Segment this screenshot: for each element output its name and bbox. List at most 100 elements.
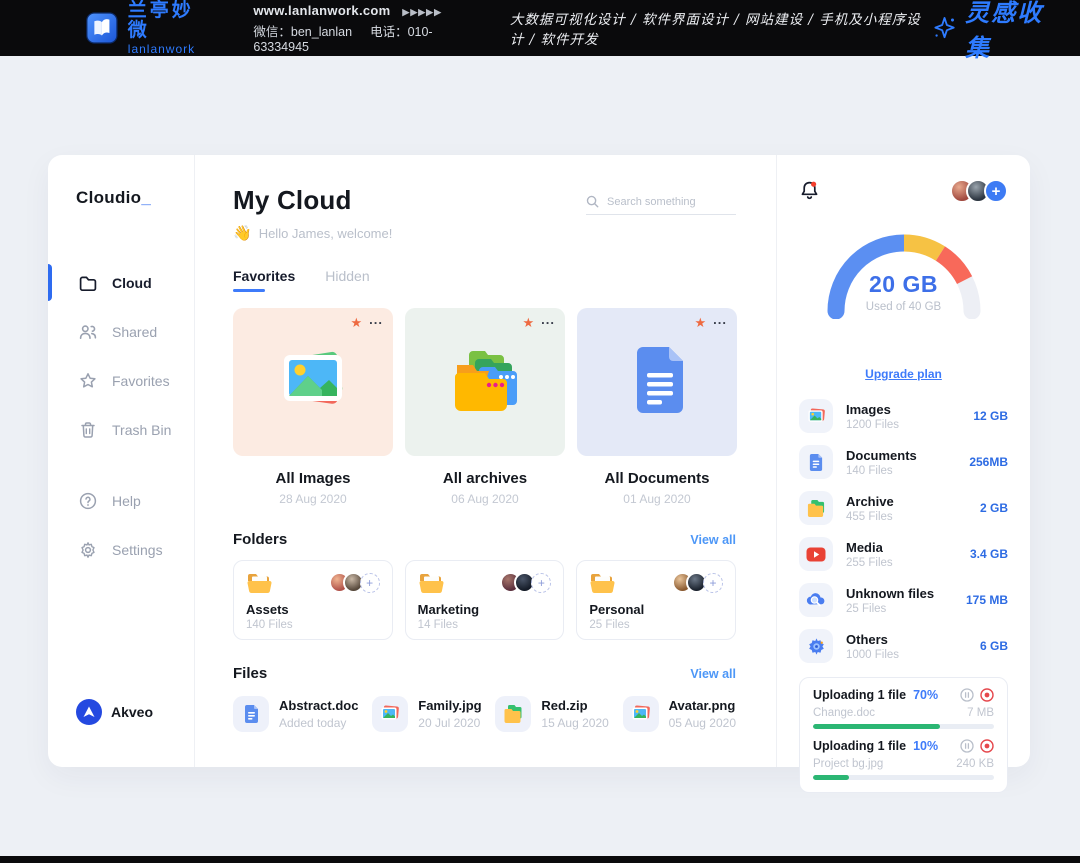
folder-card-personal[interactable]: + Personal 25 Files bbox=[576, 560, 736, 640]
sidebar-item-cloud[interactable]: Cloud bbox=[48, 258, 194, 307]
favorite-star-icon[interactable]: ★ bbox=[351, 316, 363, 329]
more-options-icon[interactable]: ... bbox=[369, 320, 383, 326]
search-box[interactable] bbox=[586, 195, 736, 215]
star-icon bbox=[78, 371, 98, 391]
open-folder-icon bbox=[589, 572, 616, 595]
files-row: Abstract.doc Added today Family.jpg 20 J… bbox=[233, 696, 736, 732]
cancel-upload-icon[interactable] bbox=[980, 688, 994, 702]
media-category-icon bbox=[799, 537, 833, 571]
others-category-icon bbox=[799, 629, 833, 663]
book-logo-icon bbox=[86, 9, 118, 47]
main-content: My Cloud 👋 Hello James, welcome! Favorit… bbox=[195, 155, 777, 767]
add-member-button[interactable]: + bbox=[531, 573, 551, 593]
folders-view-all-link[interactable]: View all bbox=[690, 533, 736, 547]
more-options-icon[interactable]: ... bbox=[541, 320, 555, 326]
add-user-button[interactable]: + bbox=[984, 179, 1008, 203]
app-logo-text: Cloudio bbox=[76, 188, 141, 207]
category-files: 255 Files bbox=[846, 557, 893, 569]
akveo-brand[interactable]: Akveo bbox=[76, 699, 153, 725]
collection-tiles: ★ ... All Images 28 Aug 2020 bbox=[233, 308, 736, 506]
right-panel: + 20 GB Used of 40 GB Upgrade plan Image… bbox=[777, 155, 1030, 767]
storage-row-unknown[interactable]: Unknown files 25 Files 175 MB bbox=[799, 577, 1008, 623]
storage-row-images[interactable]: Images 1200 Files 12 GB bbox=[799, 393, 1008, 439]
arrows-decoration: ▶▶▶▶▶ bbox=[402, 7, 442, 17]
storage-row-others[interactable]: Others 1000 Files 6 GB bbox=[799, 623, 1008, 669]
open-folder-icon bbox=[246, 572, 273, 595]
archives-stack-icon bbox=[443, 343, 527, 421]
category-name: Archive bbox=[846, 494, 894, 509]
add-member-button[interactable]: + bbox=[703, 573, 723, 593]
sidebar-item-help[interactable]: Help bbox=[48, 476, 194, 525]
file-item-avatar-png[interactable]: Avatar.png 05 Aug 2020 bbox=[623, 696, 736, 732]
collection-date: 06 Aug 2020 bbox=[405, 492, 565, 506]
upload-progress-fill bbox=[813, 724, 940, 729]
upload-percent: 10% bbox=[913, 739, 938, 753]
tab-favorites[interactable]: Favorites bbox=[233, 268, 295, 292]
sidebar-item-shared[interactable]: Shared bbox=[48, 307, 194, 356]
folder-cards: + Assets 140 Files + bbox=[233, 560, 736, 640]
category-size: 6 GB bbox=[980, 639, 1008, 653]
search-input[interactable] bbox=[607, 196, 727, 208]
tab-hidden[interactable]: Hidden bbox=[325, 268, 369, 292]
cancel-upload-icon[interactable] bbox=[980, 739, 994, 753]
file-date: 20 Jul 2020 bbox=[418, 716, 481, 730]
category-size: 256MB bbox=[969, 455, 1008, 469]
add-member-button[interactable]: + bbox=[360, 573, 380, 593]
sidebar-item-favorites[interactable]: Favorites bbox=[48, 356, 194, 405]
upload-title: Uploading 1 file bbox=[813, 688, 906, 702]
open-folder-icon bbox=[418, 572, 445, 595]
collection-all-archives[interactable]: ★ ... All archives 06 Aug 2020 bbox=[405, 308, 565, 506]
category-files: 455 Files bbox=[846, 511, 894, 523]
active-indicator bbox=[48, 264, 52, 301]
banner-website: www.lanlanwork.com bbox=[253, 3, 390, 18]
wechat-label: 微信： bbox=[253, 25, 291, 39]
file-name: Red.zip bbox=[541, 698, 608, 713]
collection-all-documents[interactable]: ★ ... All Documents 01 Aug 2020 bbox=[577, 308, 737, 506]
sidebar-item-label: Favorites bbox=[112, 373, 170, 389]
upgrade-plan-link[interactable]: Upgrade plan bbox=[865, 367, 942, 381]
sidebar-item-trash[interactable]: Trash Bin bbox=[48, 405, 194, 454]
collection-all-images[interactable]: ★ ... All Images 28 Aug 2020 bbox=[233, 308, 393, 506]
tab-bar: Favorites Hidden bbox=[233, 268, 736, 292]
folder-file-count: 25 Files bbox=[589, 619, 723, 631]
sidebar-nav-secondary: Help Settings bbox=[48, 476, 194, 574]
gear-icon bbox=[78, 540, 98, 560]
pause-upload-icon[interactable] bbox=[960, 739, 974, 753]
collection-name: All archives bbox=[405, 470, 565, 487]
sidebar-item-settings[interactable]: Settings bbox=[48, 525, 194, 574]
storage-row-media[interactable]: Media 255 Files 3.4 GB bbox=[799, 531, 1008, 577]
file-date: Added today bbox=[279, 716, 358, 730]
notification-bell-icon[interactable] bbox=[799, 180, 820, 202]
folder-card-marketing[interactable]: + Marketing 14 Files bbox=[405, 560, 565, 640]
brand-name-cn: 兰亭妙微 bbox=[128, 1, 202, 41]
wave-emoji: 👋 bbox=[233, 224, 252, 242]
storage-row-documents[interactable]: Documents 140 Files 256MB bbox=[799, 439, 1008, 485]
file-name: Avatar.png bbox=[669, 698, 736, 713]
documents-category-icon bbox=[799, 445, 833, 479]
favorite-star-icon[interactable]: ★ bbox=[523, 316, 535, 329]
akveo-label: Akveo bbox=[111, 704, 153, 720]
sidebar-item-label: Help bbox=[112, 493, 141, 509]
file-item-red-zip[interactable]: Red.zip 15 Aug 2020 bbox=[495, 696, 608, 732]
bottom-strip bbox=[0, 856, 1080, 863]
more-options-icon[interactable]: ... bbox=[713, 320, 727, 326]
file-item-family-jpg[interactable]: Family.jpg 20 Jul 2020 bbox=[372, 696, 481, 732]
brand-name-en: lanlanwork bbox=[128, 43, 202, 56]
folder-card-assets[interactable]: + Assets 140 Files bbox=[233, 560, 393, 640]
category-name: Media bbox=[846, 540, 893, 555]
pause-upload-icon[interactable] bbox=[960, 688, 974, 702]
storage-row-archive[interactable]: Archive 455 Files 2 GB bbox=[799, 485, 1008, 531]
sidebar-item-label: Trash Bin bbox=[112, 422, 171, 438]
files-view-all-link[interactable]: View all bbox=[690, 667, 736, 681]
category-files: 25 Files bbox=[846, 603, 934, 615]
upload-entry-2: Uploading 1 file 10% Project bg.jpg 240 … bbox=[813, 739, 994, 780]
storage-breakdown: Images 1200 Files 12 GB Documents 140 Fi… bbox=[799, 393, 1008, 669]
category-files: 1000 Files bbox=[846, 649, 899, 661]
file-item-abstract-doc[interactable]: Abstract.doc Added today bbox=[233, 696, 358, 732]
app-logo-accent: _ bbox=[141, 188, 151, 207]
unknown-files-category-icon bbox=[799, 583, 833, 617]
image-file-icon bbox=[372, 696, 408, 732]
sidebar-item-label: Cloud bbox=[112, 275, 152, 291]
favorite-star-icon[interactable]: ★ bbox=[695, 316, 707, 329]
akveo-logo-icon bbox=[76, 699, 102, 725]
